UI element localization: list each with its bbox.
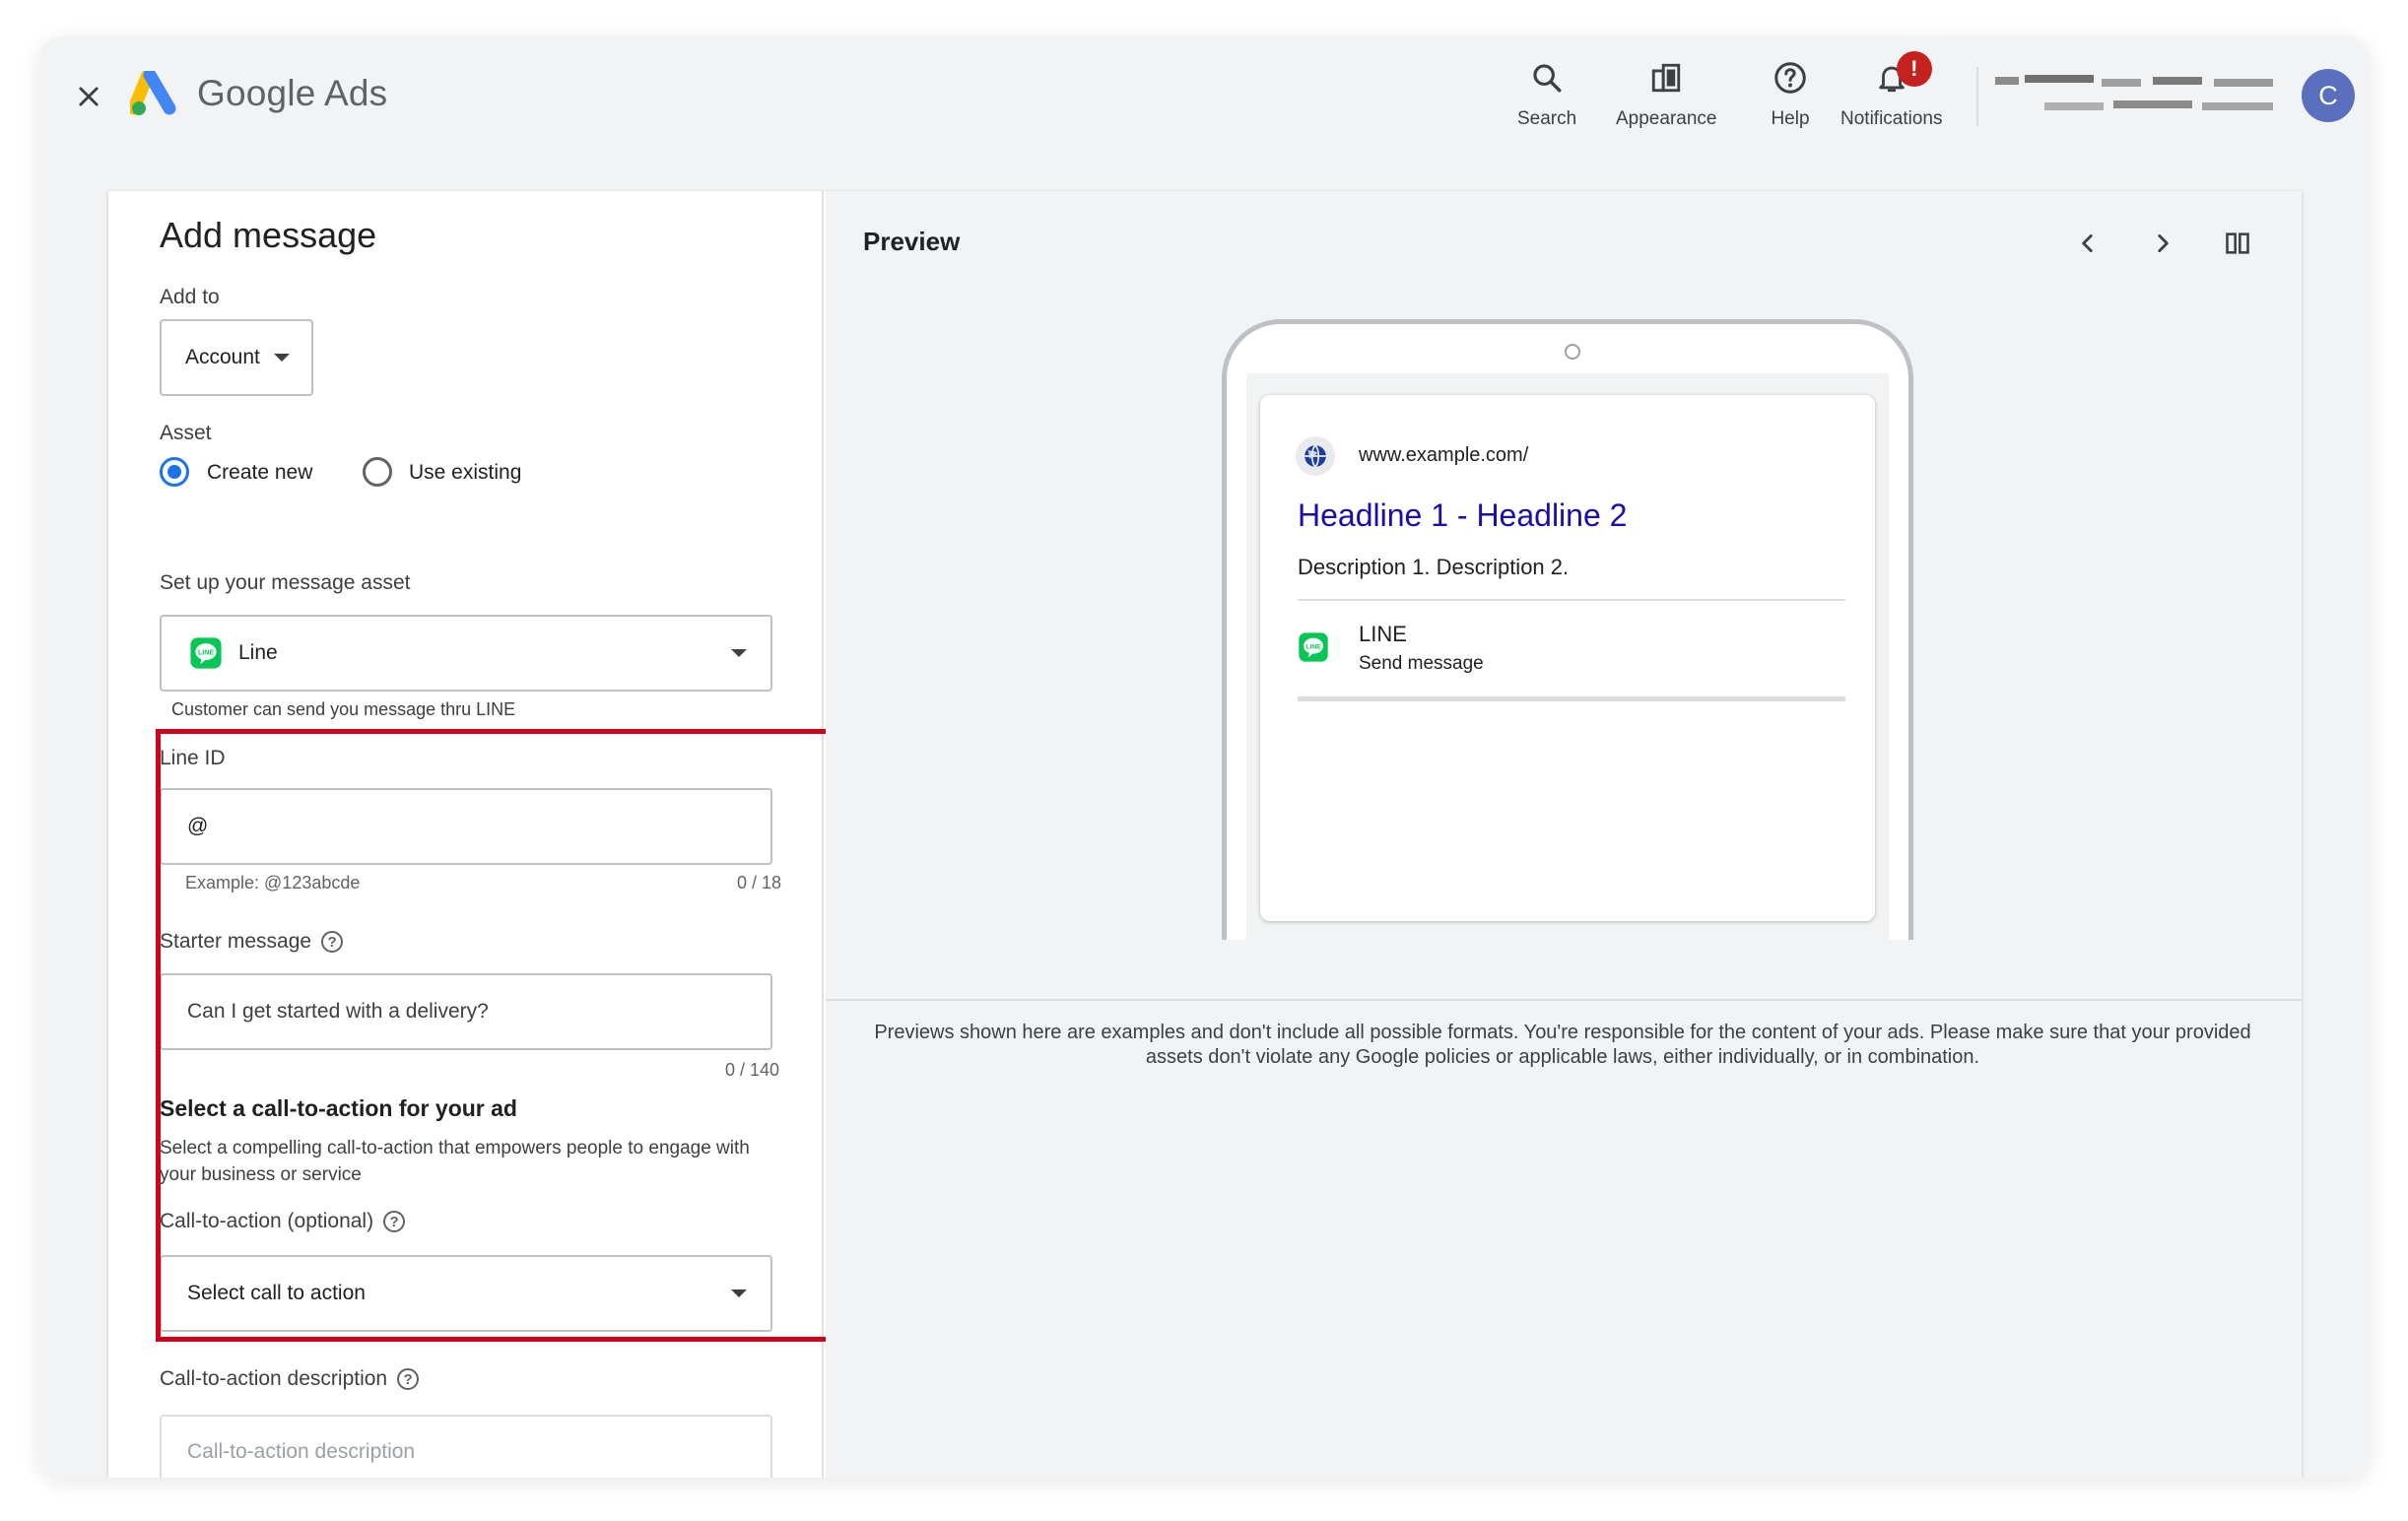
app-window: Google Ads Search Appearance Help ! Noti… — [39, 37, 2369, 1478]
cta-description-placeholder: Call-to-action description — [187, 1440, 416, 1463]
account-info-redacted — [1995, 71, 2281, 126]
ad-line-subtitle: Send message — [1359, 653, 1484, 674]
help-icon[interactable]: ? — [397, 1368, 420, 1391]
appearance-label: Appearance — [1616, 108, 1717, 129]
cta-description-input[interactable]: Call-to-action description — [160, 1415, 772, 1478]
radio-use-existing[interactable] — [363, 457, 392, 487]
avatar[interactable]: C — [2302, 69, 2355, 122]
svg-text:LINE: LINE — [198, 648, 214, 656]
columns-icon[interactable] — [2215, 221, 2260, 266]
setup-hint: Customer can send you message thru LINE — [171, 699, 516, 719]
svg-text:LINE: LINE — [1305, 643, 1321, 650]
radio-create-new-label[interactable]: Create new — [207, 461, 312, 485]
ad-preview-card: www.example.com/ Headline 1 - Headline 2… — [1260, 395, 1875, 921]
form-panel: Add message Add to Account Asset Create … — [108, 191, 845, 1478]
setup-label: Set up your message asset — [160, 571, 411, 594]
chevron-right-icon[interactable] — [2140, 221, 2185, 266]
ad-bottom-bar — [1298, 696, 1845, 701]
ad-headline: Headline 1 - Headline 2 — [1298, 497, 1628, 533]
phone-screen: www.example.com/ Headline 1 - Headline 2… — [1246, 373, 1889, 940]
search-button[interactable]: Search — [1517, 53, 1576, 130]
message-asset-value: Line — [238, 641, 278, 664]
preview-disclaimer: Previews shown here are examples and don… — [874, 1022, 2251, 1068]
help-button[interactable]: Help — [1766, 53, 1815, 130]
ad-divider — [1298, 599, 1845, 601]
add-to-dropdown[interactable]: Account — [160, 319, 313, 396]
highlight-box — [156, 729, 845, 1342]
chevron-left-icon[interactable] — [2065, 221, 2110, 266]
search-icon — [1522, 53, 1572, 102]
globe-icon — [1296, 436, 1335, 476]
page-title: Add message — [160, 215, 377, 255]
help-icon — [1766, 53, 1815, 102]
notification-badge: ! — [1896, 51, 1932, 87]
phone-frame: www.example.com/ Headline 1 - Headline 2… — [1222, 319, 1913, 940]
phone-camera — [1565, 344, 1580, 360]
main-card: Add message Add to Account Asset Create … — [108, 191, 2302, 1478]
ad-line-title: LINE — [1359, 622, 1407, 646]
add-to-value: Account — [185, 346, 260, 368]
top-bar: Google Ads Search Appearance Help ! Noti… — [39, 37, 2369, 173]
ad-description: Description 1. Description 2. — [1298, 555, 1570, 579]
radio-use-existing-label[interactable]: Use existing — [409, 461, 521, 485]
notifications-label: Notifications — [1840, 108, 1943, 129]
cta-description-label-text: Call-to-action description — [160, 1367, 388, 1390]
appearance-button[interactable]: Appearance — [1616, 53, 1716, 130]
line-icon: LINE — [1298, 631, 1329, 663]
chevron-down-icon — [731, 649, 747, 657]
message-asset-dropdown[interactable]: LINE Line — [160, 615, 772, 692]
preview-panel: Preview www.example.com/ Headline 1 - He… — [826, 191, 2302, 1478]
line-icon: LINE — [190, 637, 222, 669]
bell-icon: ! — [1867, 51, 1932, 102]
preview-divider — [826, 999, 2302, 1001]
search-label: Search — [1517, 108, 1577, 129]
notifications-button[interactable]: ! Notifications — [1840, 51, 1943, 130]
chevron-down-icon — [273, 354, 290, 362]
header-divider — [1976, 67, 1978, 126]
asset-label: Asset — [160, 422, 212, 444]
add-to-label: Add to — [160, 286, 220, 308]
help-label: Help — [1771, 108, 1810, 129]
cta-description-label: Call-to-action description? — [160, 1367, 420, 1391]
ad-url: www.example.com/ — [1359, 444, 1529, 466]
appearance-icon — [1641, 53, 1691, 102]
radio-create-new[interactable] — [160, 457, 189, 487]
preview-title: Preview — [863, 227, 961, 256]
